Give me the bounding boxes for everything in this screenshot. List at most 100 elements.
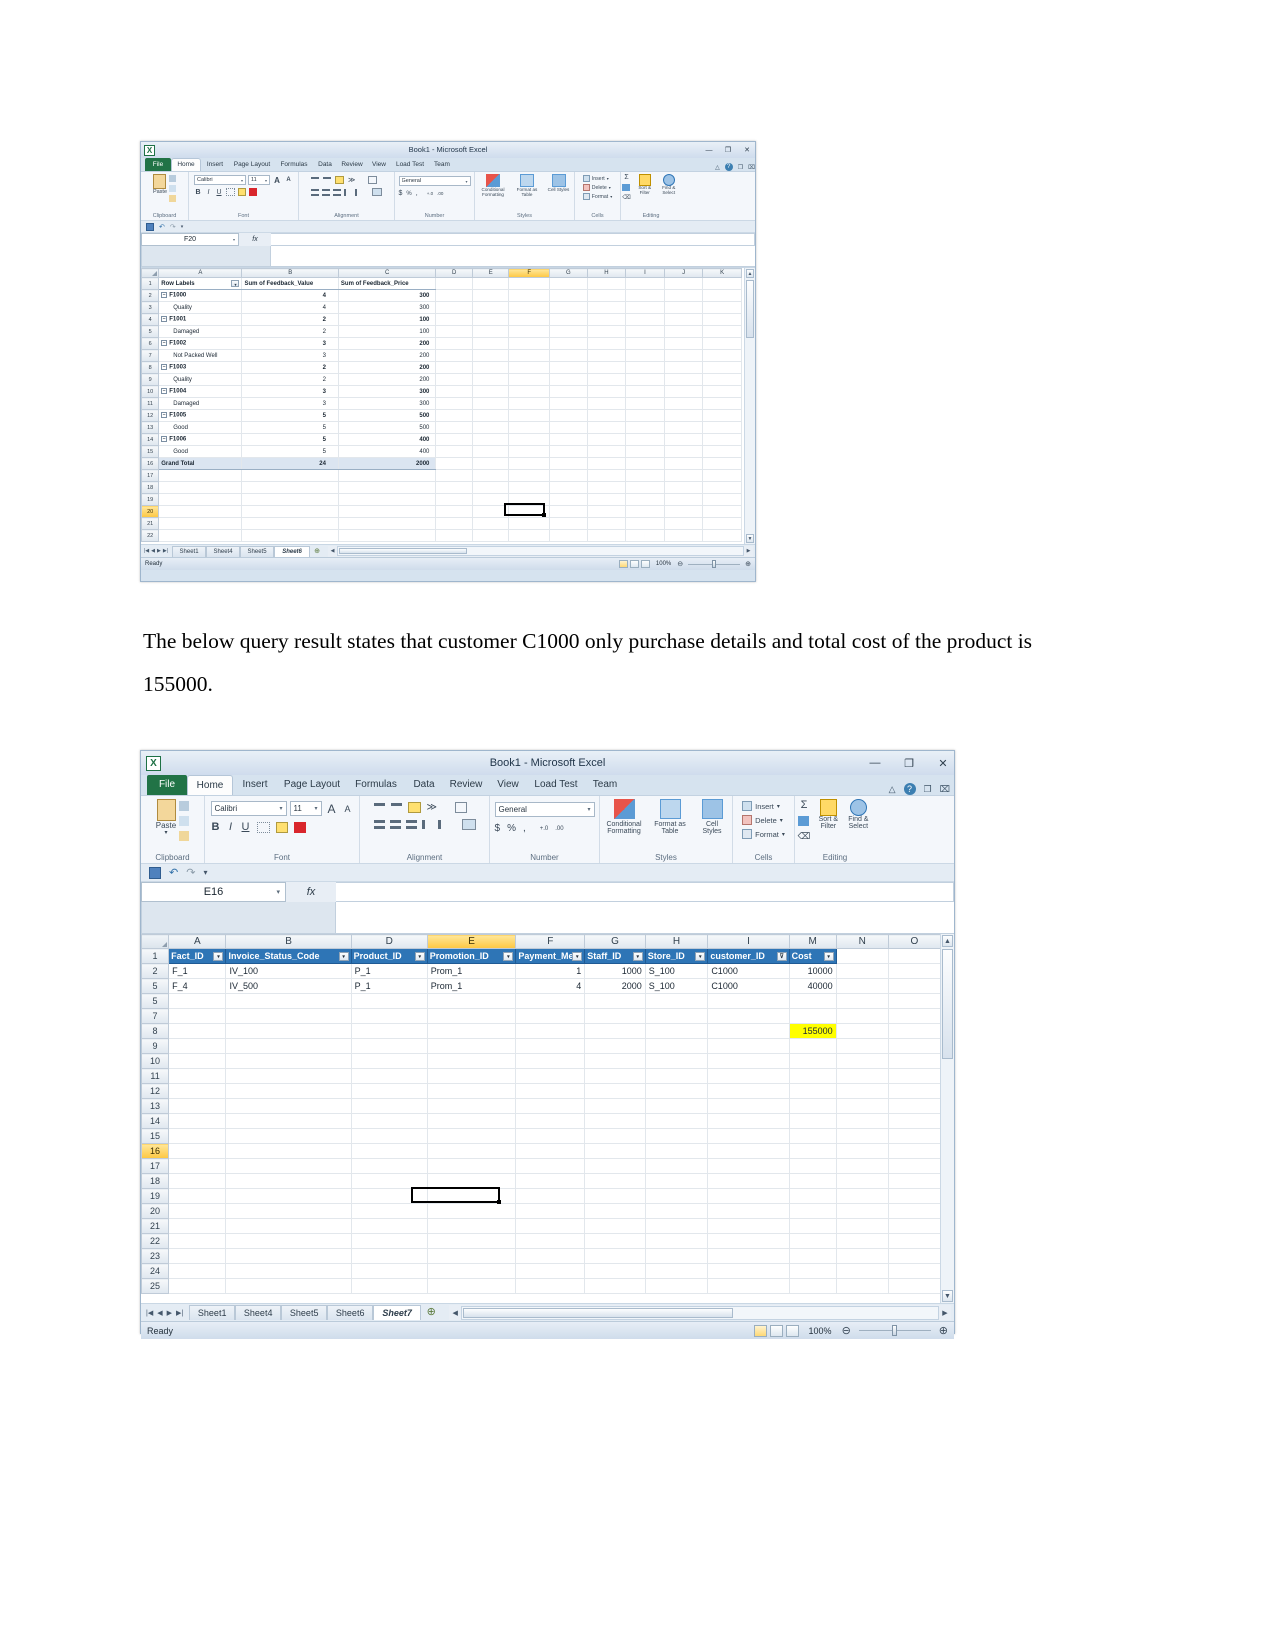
empty-cell[interactable] — [888, 1113, 942, 1129]
empty-row[interactable]: 22 — [141, 1233, 942, 1249]
row-header[interactable]: 7 — [141, 1008, 170, 1024]
empty-cell[interactable] — [645, 1038, 709, 1054]
empty-cell[interactable] — [645, 1203, 709, 1219]
format-cells-button[interactable]: Format ▾ — [742, 829, 785, 839]
row-header[interactable]: 7 — [141, 349, 160, 362]
pivot-value-cell[interactable]: 5 — [241, 409, 339, 422]
empty-cell[interactable] — [888, 1158, 942, 1174]
empty-cell[interactable] — [158, 529, 243, 542]
empty-cell[interactable] — [351, 993, 428, 1009]
grow-font-icon[interactable]: A — [272, 176, 282, 185]
align-center-icon[interactable] — [389, 820, 401, 829]
row-header[interactable]: 10 — [141, 1053, 170, 1069]
empty-cell[interactable] — [789, 1263, 837, 1279]
empty-cell[interactable] — [625, 529, 665, 542]
sheet-tab-sheet5[interactable]: Sheet5 — [281, 1305, 328, 1320]
empty-cell[interactable] — [587, 481, 627, 494]
empty-cell[interactable] — [707, 1248, 790, 1264]
zoom-thumb[interactable] — [712, 559, 717, 568]
empty-cell[interactable] — [707, 1098, 790, 1114]
borders-icon[interactable] — [256, 821, 270, 833]
empty-cell[interactable] — [241, 517, 339, 530]
save-icon[interactable] — [146, 222, 154, 231]
empty-cell[interactable] — [225, 1203, 352, 1219]
name-box[interactable]: E16 ▾ — [141, 882, 286, 902]
empty-cell[interactable] — [836, 1008, 889, 1024]
zoom-track[interactable] — [858, 1325, 931, 1336]
empty-cell[interactable] — [836, 1248, 889, 1264]
sheet-tab-sheet1[interactable]: Sheet1 — [189, 1305, 236, 1320]
empty-cell[interactable] — [584, 1233, 646, 1249]
row-header[interactable]: 13 — [141, 1098, 170, 1114]
insert-function-icon[interactable]: fx — [286, 882, 336, 902]
empty-cell[interactable] — [587, 529, 627, 542]
last-sheet-icon[interactable]: ▶| — [176, 1309, 183, 1317]
empty-cell[interactable] — [584, 1053, 646, 1069]
row-header[interactable]: 5 — [141, 978, 170, 994]
customize-qat-icon[interactable]: ▾ — [181, 224, 184, 230]
delete-cells-button[interactable]: Delete ▾ — [582, 184, 612, 191]
pivot-value-cell[interactable]: 3 — [241, 337, 339, 350]
empty-cell[interactable] — [225, 1038, 352, 1054]
row-header[interactable]: 12 — [141, 409, 160, 422]
zoom-thumb[interactable] — [891, 1325, 897, 1336]
empty-cell[interactable] — [584, 1068, 646, 1084]
row-header-1[interactable]: 1 — [141, 948, 170, 964]
save-icon[interactable] — [149, 866, 161, 879]
empty-cell[interactable] — [645, 1218, 709, 1234]
column-header-o[interactable]: O — [887, 934, 942, 949]
row-header[interactable]: 9 — [141, 373, 160, 386]
filter-dropdown-icon[interactable]: ▾ — [572, 952, 583, 961]
row-header[interactable]: 22 — [141, 529, 160, 542]
empty-cell[interactable] — [836, 1143, 889, 1159]
empty-cell[interactable] — [789, 1038, 837, 1054]
empty-row[interactable]: 18 — [141, 481, 742, 494]
empty-cell[interactable] — [435, 517, 473, 530]
empty-cell[interactable] — [351, 1278, 428, 1294]
undo-icon[interactable]: ↶ — [169, 866, 178, 879]
pivot-value-cell[interactable]: 2 — [241, 313, 339, 326]
empty-cell[interactable] — [888, 1143, 942, 1159]
empty-cell[interactable] — [427, 1038, 517, 1054]
empty-cell[interactable] — [707, 1128, 790, 1144]
empty-cell[interactable] — [645, 1053, 709, 1069]
increase-decimal-icon[interactable]: +.0 — [427, 191, 433, 196]
table-cell-cost[interactable]: 10000 — [789, 963, 837, 979]
empty-row[interactable]: 17 — [141, 1158, 942, 1174]
page-break-view-button[interactable] — [640, 560, 650, 568]
bold-button[interactable]: B — [194, 189, 202, 196]
empty-cell[interactable] — [584, 1173, 646, 1189]
align-top-icon[interactable] — [373, 803, 385, 812]
conditional-formatting-button[interactable]: Conditional Formatting — [604, 799, 644, 836]
pivot-price-cell[interactable]: 300 — [338, 397, 437, 410]
pivot-price-cell[interactable]: 300 — [338, 385, 437, 398]
align-center-icon[interactable] — [322, 188, 330, 196]
row-header[interactable]: 12 — [141, 1083, 170, 1099]
spreadsheet-grid[interactable]: A B C D E F G H I J K 1 Row Labels ▾ Sum… — [141, 268, 755, 544]
empty-row[interactable]: 11 — [141, 1068, 942, 1084]
format-as-table-button[interactable]: Format as Table — [651, 799, 689, 836]
empty-cell[interactable] — [702, 469, 742, 482]
empty-row[interactable]: 20 — [141, 1203, 942, 1219]
pivot-value-cell[interactable]: 5 — [241, 433, 339, 446]
empty-cell[interactable] — [168, 1233, 227, 1249]
total-cost-cell[interactable]: 155000 — [789, 1023, 837, 1039]
decrease-decimal-icon[interactable]: .00 — [555, 826, 563, 832]
normal-view-button[interactable] — [618, 560, 628, 568]
empty-row[interactable]: 13 — [141, 1098, 942, 1114]
prev-sheet-icon[interactable]: ◀ — [157, 1309, 162, 1317]
row-header[interactable]: 8 — [141, 361, 160, 374]
empty-cell[interactable] — [836, 1113, 889, 1129]
column-header-i[interactable]: I — [625, 268, 665, 278]
column-header-n[interactable]: N — [835, 934, 889, 949]
empty-row[interactable]: 15 — [141, 1128, 942, 1144]
filter-dropdown-icon[interactable]: ▾ — [213, 952, 224, 961]
collapse-group-icon[interactable]: − — [161, 340, 168, 347]
chevron-down-icon[interactable]: ▾ — [314, 805, 317, 812]
empty-cell[interactable] — [351, 1233, 428, 1249]
accounting-format-icon[interactable]: $ — [495, 823, 501, 834]
empty-row[interactable]: 19 — [141, 493, 742, 506]
table-cell-payment_me[interactable]: 1 — [515, 963, 586, 979]
find-select-button[interactable]: Find & Select — [658, 174, 680, 196]
conditional-formatting-button[interactable]: Conditional Formatting — [478, 174, 508, 198]
